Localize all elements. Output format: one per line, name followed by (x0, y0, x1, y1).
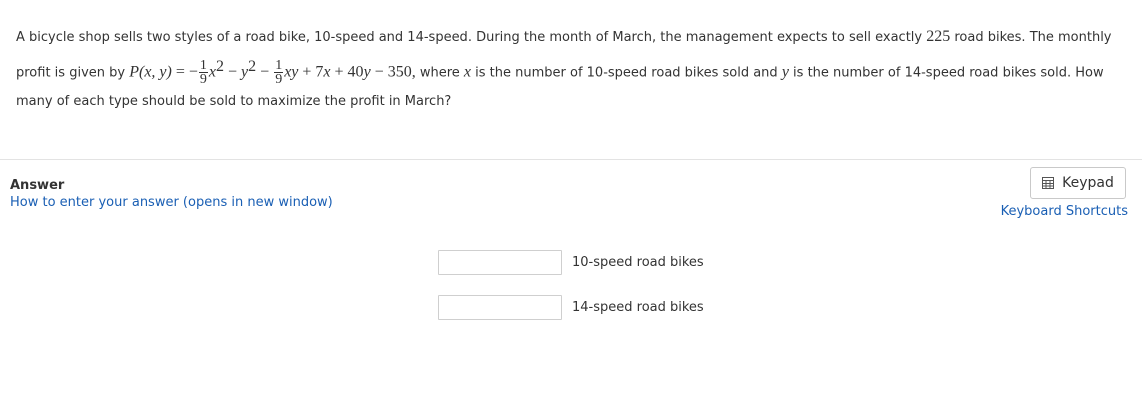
keyboard-shortcuts-link[interactable]: Keyboard Shortcuts (1001, 204, 1128, 219)
answer-label: Answer (10, 178, 65, 193)
how-to-enter-answer-link[interactable]: How to enter your answer (opens in new w… (10, 195, 333, 210)
answer-row-14-speed: 14-speed road bikes (438, 295, 704, 320)
answer-row-10-speed: 10-speed road bikes (438, 250, 704, 275)
fourteen-speed-input[interactable] (438, 295, 562, 320)
ten-speed-label: 10-speed road bikes (572, 255, 704, 270)
keypad-icon (1042, 177, 1055, 189)
question-text: A bicycle shop sells two styles of a roa… (16, 28, 1112, 110)
keypad-button[interactable]: Keypad (1030, 167, 1126, 199)
section-divider (0, 159, 1142, 160)
bike-total: 225 (926, 28, 951, 45)
fraction-one-ninth: 19 (198, 58, 208, 88)
fraction-one-ninth-2: 19 (274, 58, 284, 88)
keypad-label: Keypad (1062, 175, 1114, 191)
ten-speed-input[interactable] (438, 250, 562, 275)
profit-function: P(x, y) (129, 63, 172, 81)
fourteen-speed-label: 14-speed road bikes (572, 300, 704, 315)
